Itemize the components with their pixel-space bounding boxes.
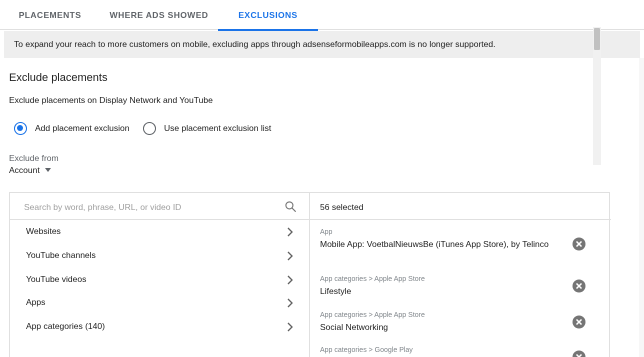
radio-use-exclusion-list[interactable]: Use placement exclusion list [143,121,271,135]
radio-label: Use placement exclusion list [164,123,272,133]
info-banner: To expand your reach to more customers o… [4,31,640,58]
category-browser: Websites YouTube channels YouTube videos… [10,193,310,357]
caret-down-icon [44,168,51,172]
chevron-right-icon [287,322,293,332]
search-input[interactable] [24,199,274,214]
category-label: Apps [26,297,46,307]
chevron-right-icon [287,251,293,261]
radio-label: Add placement exclusion [35,123,130,133]
selected-item: App Mobile App: VoetbalNieuwsBe (iTunes … [310,229,598,265]
exclusion-panel: Websites YouTube channels YouTube videos… [9,192,611,357]
remove-circle-icon[interactable] [572,350,586,357]
tab-exclusions[interactable]: EXCLUSIONS [218,0,318,31]
category-label: YouTube videos [26,274,87,284]
selected-item-category: App categories > Google Play [320,347,413,354]
selected-item-category: App categories > Apple App Store [320,312,425,319]
tab-where-ads-showed[interactable]: WHERE ADS SHOWED [100,0,218,30]
remove-circle-icon[interactable] [572,315,586,329]
selected-list: 56 selected App Mobile App: VoetbalNieuw… [310,193,611,357]
exclude-from-label: Exclude from [9,153,59,163]
tab-bar: PLACEMENTS WHERE ADS SHOWED EXCLUSIONS [0,0,644,31]
category-app-categories[interactable]: App categories (140) [10,316,309,339]
search-icon[interactable] [284,200,297,213]
selected-item-name: Mobile App: VoetbalNieuwsBe (iTunes App … [320,239,549,249]
remove-circle-icon[interactable] [572,237,586,251]
tab-placements[interactable]: PLACEMENTS [0,0,100,30]
category-youtube-videos[interactable]: YouTube videos [10,269,309,292]
category-label: YouTube channels [26,250,96,260]
chevron-right-icon [287,298,293,308]
selected-item: App categories > Google Play [310,347,598,357]
category-label: App categories (140) [26,321,105,331]
selected-item: App categories > Apple App Store Social … [310,312,598,338]
chevron-right-icon [287,227,293,237]
chevron-right-icon [287,275,293,285]
category-label: Websites [26,226,61,236]
category-youtube-channels[interactable]: YouTube channels [10,245,309,268]
radio-button-checked[interactable] [14,121,27,135]
radio-button[interactable] [143,121,156,135]
exclude-from-dropdown[interactable]: Account [9,164,51,176]
remove-circle-icon[interactable] [572,279,586,293]
selected-item-name: Lifestyle [320,286,352,296]
selected-item: App categories > Apple App Store Lifesty… [310,276,598,302]
category-apps[interactable]: Apps [10,292,309,315]
search-bar [10,193,309,220]
selected-item-category: App categories > Apple App Store [320,276,425,283]
scrollbar-thumb[interactable] [594,28,600,50]
page-scrollbar[interactable] [639,58,644,357]
exclude-from-value: Account [9,165,40,175]
selected-header: 56 selected [310,193,611,220]
selected-list-scrollbar[interactable] [593,27,601,165]
selected-item-category: App [320,229,333,236]
selected-count: 56 selected [320,202,364,212]
category-websites[interactable]: Websites [10,221,309,244]
section-title: Exclude placements [9,72,108,84]
section-subtitle: Exclude placements on Display Network an… [9,95,213,105]
selected-item-name: Social Networking [320,322,389,332]
radio-add-placement-exclusion[interactable]: Add placement exclusion [14,121,130,135]
